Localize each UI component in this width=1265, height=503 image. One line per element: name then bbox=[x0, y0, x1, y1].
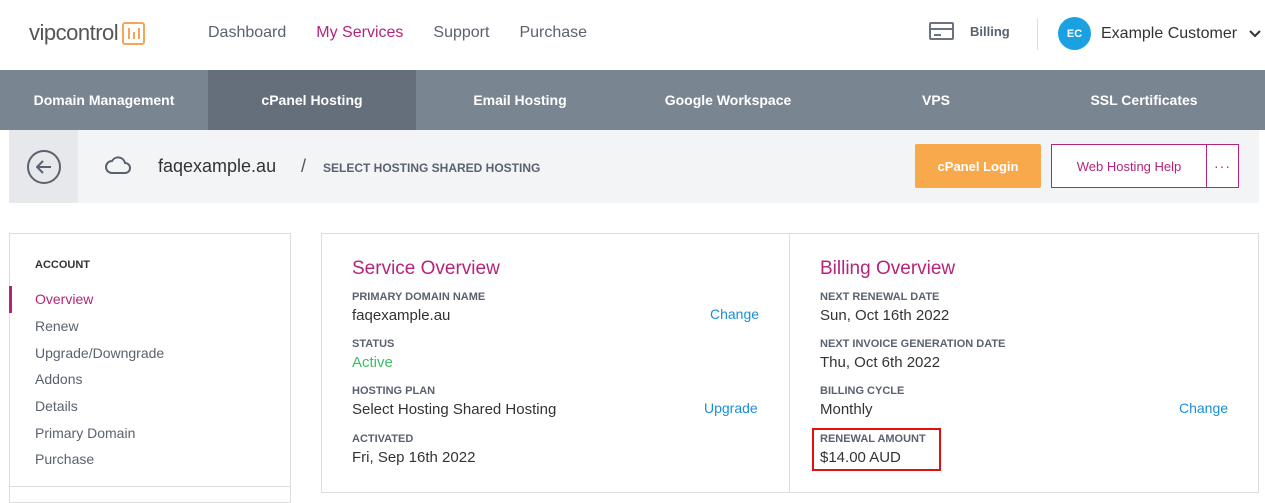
nav-support[interactable]: Support bbox=[433, 24, 489, 42]
hosting-plan-field: HOSTING PLAN Select Hosting Shared Hosti… bbox=[352, 385, 556, 418]
header-divider bbox=[1037, 18, 1038, 50]
breadcrumb-separator: / bbox=[301, 156, 307, 176]
sidebar-divider bbox=[10, 486, 290, 487]
primary-domain-label: PRIMARY DOMAIN NAME bbox=[352, 291, 486, 303]
service-tabs: Domain Management cPanel Hosting Email H… bbox=[0, 70, 1265, 137]
logo[interactable]: vipcontrol bbox=[29, 20, 146, 46]
logo-sliders-icon bbox=[122, 21, 146, 45]
tab-email-hosting[interactable]: Email Hosting bbox=[416, 70, 624, 130]
sidebar-list: Overview Renew Upgrade/Downgrade Addons … bbox=[9, 286, 290, 473]
credit-card-icon bbox=[929, 22, 954, 40]
upgrade-link[interactable]: Upgrade bbox=[704, 400, 758, 416]
activated-value: Fri, Sep 16th 2022 bbox=[352, 449, 476, 466]
cpanel-login-button[interactable]: cPanel Login bbox=[915, 144, 1041, 188]
tab-domain-management[interactable]: Domain Management bbox=[0, 70, 208, 130]
nav-purchase[interactable]: Purchase bbox=[519, 24, 587, 42]
sidebar-item-details[interactable]: Details bbox=[10, 393, 290, 420]
main-nav: Dashboard My Services Support Purchase bbox=[208, 24, 587, 42]
billing-cycle-field: BILLING CYCLE Monthly bbox=[820, 385, 904, 418]
billing-overview-title: Billing Overview bbox=[820, 258, 956, 279]
renewal-amount-highlight bbox=[812, 428, 941, 471]
primary-domain-value: faqexample.au bbox=[352, 307, 451, 324]
billing-label: Billing bbox=[970, 23, 1010, 39]
change-billing-cycle-link[interactable]: Change bbox=[1179, 400, 1228, 416]
account-sidebar: ACCOUNT Overview Renew Upgrade/Downgrade… bbox=[9, 233, 291, 503]
status-label: STATUS bbox=[352, 338, 395, 350]
change-domain-link[interactable]: Change bbox=[710, 306, 759, 322]
breadcrumb-domain: faqexample.au bbox=[158, 156, 277, 176]
overview-card: Service Overview PRIMARY DOMAIN NAME faq… bbox=[321, 233, 1259, 493]
tab-vps[interactable]: VPS bbox=[832, 70, 1040, 130]
sidebar-item-purchase[interactable]: Purchase bbox=[10, 446, 290, 473]
more-options-button[interactable]: ··· bbox=[1206, 144, 1239, 188]
sidebar-item-renew[interactable]: Renew bbox=[10, 313, 290, 340]
sidebar-item-overview[interactable]: Overview bbox=[9, 286, 290, 313]
primary-domain-field: PRIMARY DOMAIN NAME faqexample.au bbox=[352, 291, 485, 324]
billing-link[interactable]: Billing bbox=[929, 22, 1010, 40]
logo-text-vip: vip bbox=[29, 20, 56, 45]
column-divider bbox=[789, 234, 790, 492]
sidebar-item-upgrade-downgrade[interactable]: Upgrade/Downgrade bbox=[10, 339, 290, 366]
cloud-icon bbox=[105, 155, 131, 180]
logo-text-control: control bbox=[55, 20, 119, 45]
invoice-date-field: NEXT INVOICE GENERATION DATE Thu, Oct 6t… bbox=[820, 338, 1005, 371]
breadcrumb: faqexample.au / SELECT HOSTING SHARED HO… bbox=[9, 130, 1259, 203]
tab-cpanel-hosting[interactable]: cPanel Hosting bbox=[208, 70, 416, 137]
sidebar-item-addons[interactable]: Addons bbox=[10, 366, 290, 393]
activated-field: ACTIVATED Fri, Sep 16th 2022 bbox=[352, 433, 475, 466]
activated-label: ACTIVATED bbox=[352, 433, 414, 445]
sidebar-heading: ACCOUNT bbox=[35, 259, 90, 271]
invoice-date-label: NEXT INVOICE GENERATION DATE bbox=[820, 338, 1006, 350]
renewal-date-field: NEXT RENEWAL DATE Sun, Oct 16th 2022 bbox=[820, 291, 949, 324]
back-button[interactable] bbox=[9, 130, 78, 203]
hosting-plan-label: HOSTING PLAN bbox=[352, 385, 436, 397]
top-header: vipcontrol Dashboard My Services Support… bbox=[0, 0, 1265, 70]
tab-ssl-certificates[interactable]: SSL Certificates bbox=[1040, 70, 1248, 130]
back-arrow-icon bbox=[26, 149, 61, 184]
breadcrumb-plan: SELECT HOSTING SHARED HOSTING bbox=[323, 161, 541, 175]
tab-google-workspace[interactable]: Google Workspace bbox=[624, 70, 832, 130]
status-field: STATUS Active bbox=[352, 338, 394, 371]
chevron-down-icon bbox=[1249, 27, 1261, 41]
web-hosting-help-button[interactable]: Web Hosting Help bbox=[1051, 144, 1207, 188]
hosting-plan-value: Select Hosting Shared Hosting bbox=[352, 401, 557, 418]
billing-cycle-value: Monthly bbox=[820, 401, 873, 418]
invoice-date-value: Thu, Oct 6th 2022 bbox=[820, 354, 941, 371]
user-name: Example Customer bbox=[1101, 24, 1238, 42]
status-badge: Active bbox=[352, 354, 393, 371]
renewal-date-label: NEXT RENEWAL DATE bbox=[820, 291, 940, 303]
logo-text: vipcontrol bbox=[29, 20, 119, 46]
nav-dashboard[interactable]: Dashboard bbox=[208, 24, 286, 42]
billing-cycle-label: BILLING CYCLE bbox=[820, 385, 905, 397]
renewal-date-value: Sun, Oct 16th 2022 bbox=[820, 307, 950, 324]
user-menu[interactable]: EC Example Customer bbox=[1058, 17, 1261, 50]
service-overview-title: Service Overview bbox=[352, 258, 500, 279]
sidebar-item-primary-domain[interactable]: Primary Domain bbox=[10, 419, 290, 446]
service-overview-panel: Service Overview PRIMARY DOMAIN NAME faq… bbox=[352, 234, 762, 492]
avatar: EC bbox=[1058, 17, 1091, 50]
nav-my-services[interactable]: My Services bbox=[316, 24, 403, 42]
